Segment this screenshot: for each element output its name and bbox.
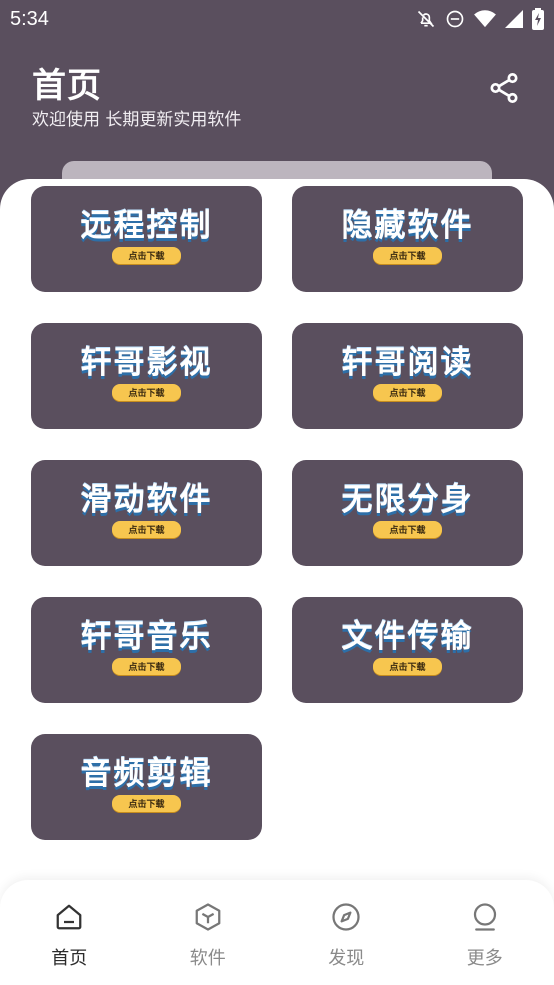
- nav-item-discover[interactable]: 发现: [277, 880, 416, 985]
- battery-charging-icon: [532, 8, 544, 30]
- nav-label: 发现: [328, 948, 365, 969]
- status-time: 5:34: [10, 7, 49, 30]
- nav-item-software[interactable]: 软件: [139, 880, 278, 985]
- card-title: 轩哥音乐: [80, 619, 213, 655]
- bottom-nav: 首页 软件 发现 更多: [0, 880, 554, 985]
- app-card[interactable]: 音频剪辑 点击下载: [31, 734, 262, 840]
- share-button[interactable]: [486, 72, 522, 108]
- page-subtitle: 欢迎使用 长期更新实用软件: [32, 110, 242, 130]
- card-title: 轩哥影视: [80, 345, 213, 381]
- signal-icon: [505, 10, 523, 28]
- app-card[interactable]: 轩哥影视 点击下载: [31, 323, 262, 429]
- download-button[interactable]: 点击下载: [373, 384, 442, 401]
- download-button[interactable]: 点击下载: [112, 795, 181, 812]
- app-card[interactable]: 滑动软件 点击下载: [31, 460, 262, 566]
- download-button[interactable]: 点击下载: [373, 247, 442, 264]
- do-not-disturb-icon: [445, 9, 465, 29]
- nav-item-home[interactable]: 首页: [0, 880, 139, 985]
- home-icon: [54, 902, 84, 932]
- card-title: 远程控制: [80, 208, 213, 244]
- more-icon: [470, 902, 500, 932]
- download-button[interactable]: 点击下载: [112, 247, 181, 264]
- app-card[interactable]: 文件传输 点击下载: [292, 597, 523, 703]
- app-card[interactable]: 轩哥音乐 点击下载: [31, 597, 262, 703]
- nav-label: 软件: [189, 948, 226, 969]
- download-button[interactable]: 点击下载: [112, 384, 181, 401]
- cube-icon: [193, 902, 223, 932]
- bell-off-icon: [416, 9, 436, 29]
- compass-icon: [331, 902, 361, 932]
- app-card[interactable]: 轩哥阅读 点击下载: [292, 323, 523, 429]
- share-icon: [487, 71, 521, 109]
- card-title: 文件传输: [341, 619, 474, 655]
- app-card[interactable]: 隐藏软件 点击下载: [292, 186, 523, 292]
- nav-label: 更多: [466, 948, 503, 969]
- card-title: 隐藏软件: [341, 208, 474, 244]
- page-title: 首页: [32, 66, 102, 106]
- content-panel: 远程控制 点击下载 隐藏软件 点击下载 轩哥影视 点击下载 轩哥阅读 点击下载 …: [0, 179, 554, 985]
- download-button[interactable]: 点击下载: [373, 521, 442, 538]
- app-card[interactable]: 无限分身 点击下载: [292, 460, 523, 566]
- nav-label: 首页: [51, 948, 88, 969]
- nav-item-more[interactable]: 更多: [416, 880, 554, 985]
- app-grid: 远程控制 点击下载 隐藏软件 点击下载 轩哥影视 点击下载 轩哥阅读 点击下载 …: [31, 186, 523, 840]
- status-bar: 5:34: [0, 0, 554, 38]
- download-button[interactable]: 点击下载: [373, 658, 442, 675]
- app-card[interactable]: 远程控制 点击下载: [31, 186, 262, 292]
- card-title: 滑动软件: [80, 482, 213, 518]
- card-title: 无限分身: [341, 482, 474, 518]
- card-title: 轩哥阅读: [341, 345, 474, 381]
- wifi-icon: [474, 9, 496, 29]
- download-button[interactable]: 点击下载: [112, 658, 181, 675]
- status-icons: [416, 8, 544, 30]
- card-title: 音频剪辑: [80, 756, 213, 792]
- download-button[interactable]: 点击下载: [112, 521, 181, 538]
